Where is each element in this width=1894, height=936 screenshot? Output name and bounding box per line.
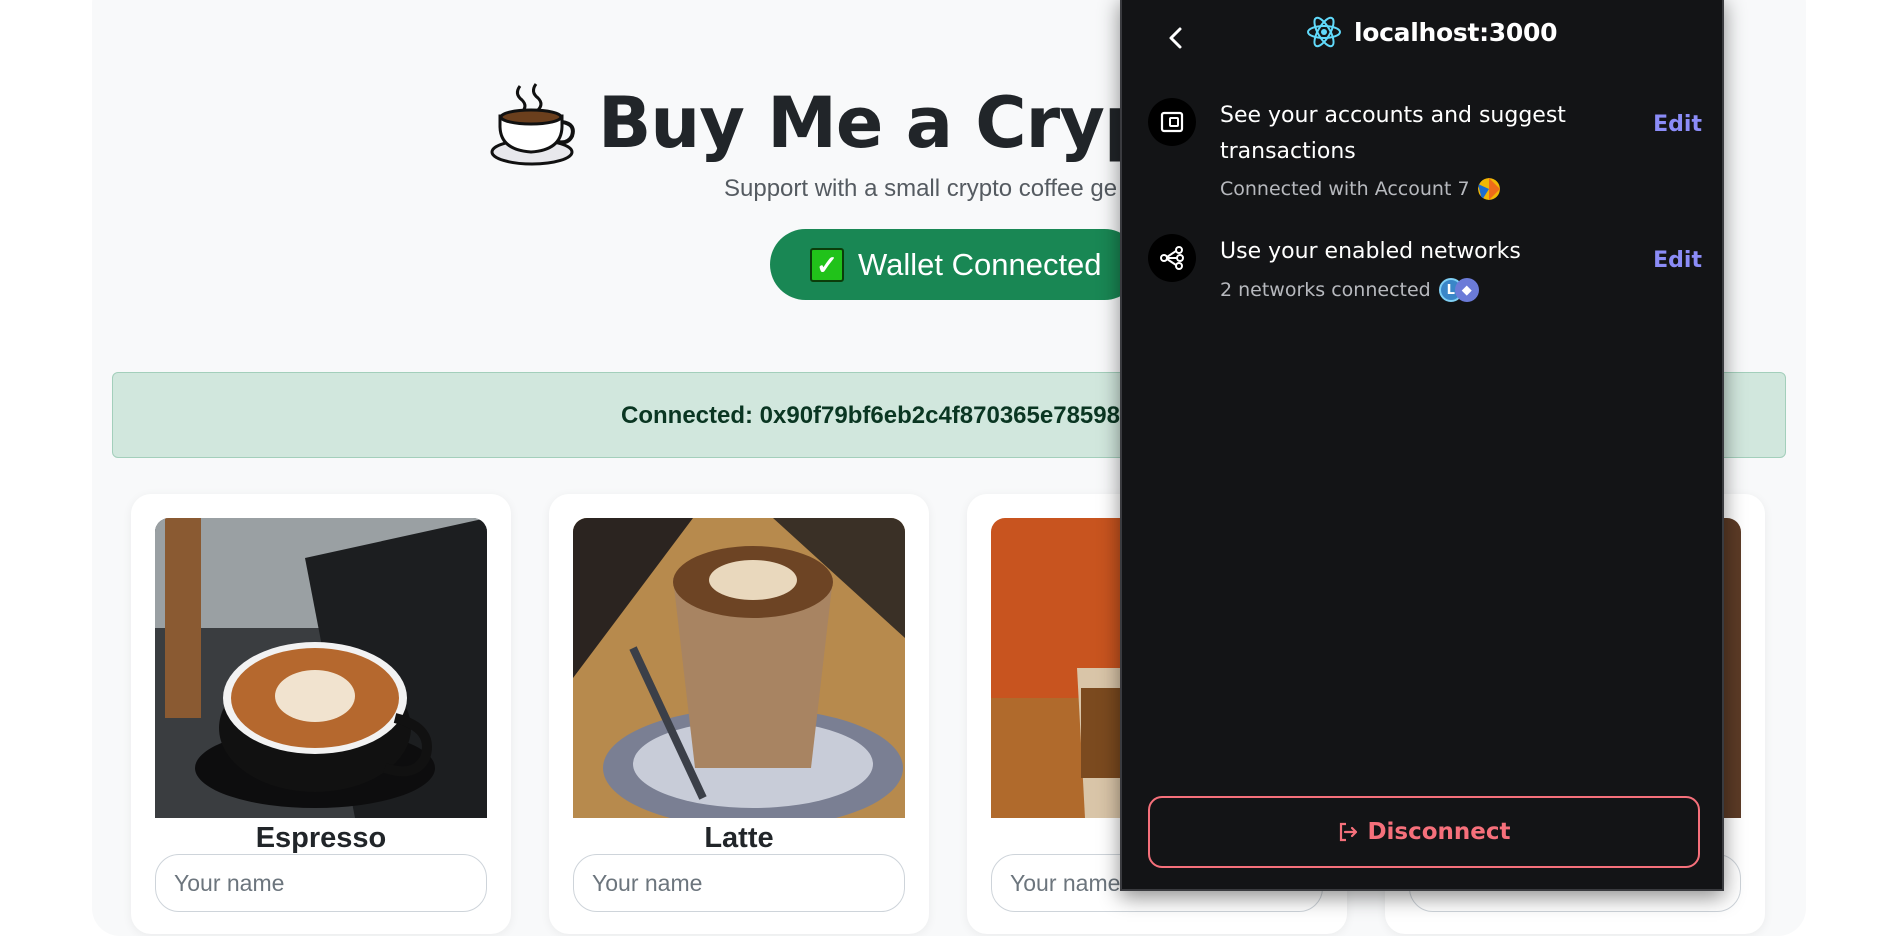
name-input[interactable] [573,854,905,912]
wallet-icon [1148,98,1196,146]
permission-status: Connected with Account 7 [1220,178,1500,200]
edit-networks-link[interactable]: Edit [1653,248,1702,273]
permission-status: 2 networks connected L ◆ [1220,278,1479,302]
permission-status-text: 2 networks connected [1220,279,1431,301]
network-badges: L ◆ [1438,278,1479,302]
account-avatar-icon [1477,178,1500,200]
ethereum-network-icon: ◆ [1454,278,1479,302]
disconnect-label: Disconnect [1367,819,1511,845]
page-title: Buy Me a Crypt [490,78,1186,168]
name-input[interactable] [155,854,487,912]
back-button[interactable] [1154,16,1198,60]
popup-header: localhost:3000 [1306,10,1557,54]
page-subtitle: Support with a small crypto coffee ge [724,175,1118,202]
wallet-connected-button[interactable]: ✓ Wallet Connected [770,229,1140,300]
wallet-connection-popup: localhost:3000 See your accounts and sug… [1120,0,1724,891]
permission-title: See your accounts and suggest transactio… [1220,103,1566,164]
edit-accounts-link[interactable]: Edit [1653,112,1702,137]
page-title-text: Buy Me a Crypt [598,82,1186,164]
check-icon: ✓ [810,247,844,282]
wallet-connected-label: Wallet Connected [858,246,1102,282]
permission-title: Use your enabled networks [1220,239,1521,264]
connected-address: Connected: 0x90f79bf6eb2c4f870365e785982 [621,402,1134,429]
chevron-left-icon [1169,27,1182,49]
permission-networks: Use your enabled networks 2 networks con… [1148,234,1702,314]
coffee-card-espresso: Espresso [131,494,511,934]
permission-status-text: Connected with Account 7 [1220,178,1470,200]
coffee-name: Latte [704,822,774,854]
coffee-cup-icon [490,83,575,166]
permission-accounts: See your accounts and suggest transactio… [1148,98,1702,218]
latte-photo [573,518,905,818]
network-icon [1148,234,1196,282]
coffee-name: Espresso [255,822,387,854]
logout-icon [1340,822,1358,842]
espresso-photo [155,518,487,818]
site-host: localhost:3000 [1354,17,1558,47]
coffee-card-latte: Latte [549,494,929,934]
react-logo-icon [1307,16,1341,48]
disconnect-button[interactable]: Disconnect [1148,796,1700,868]
